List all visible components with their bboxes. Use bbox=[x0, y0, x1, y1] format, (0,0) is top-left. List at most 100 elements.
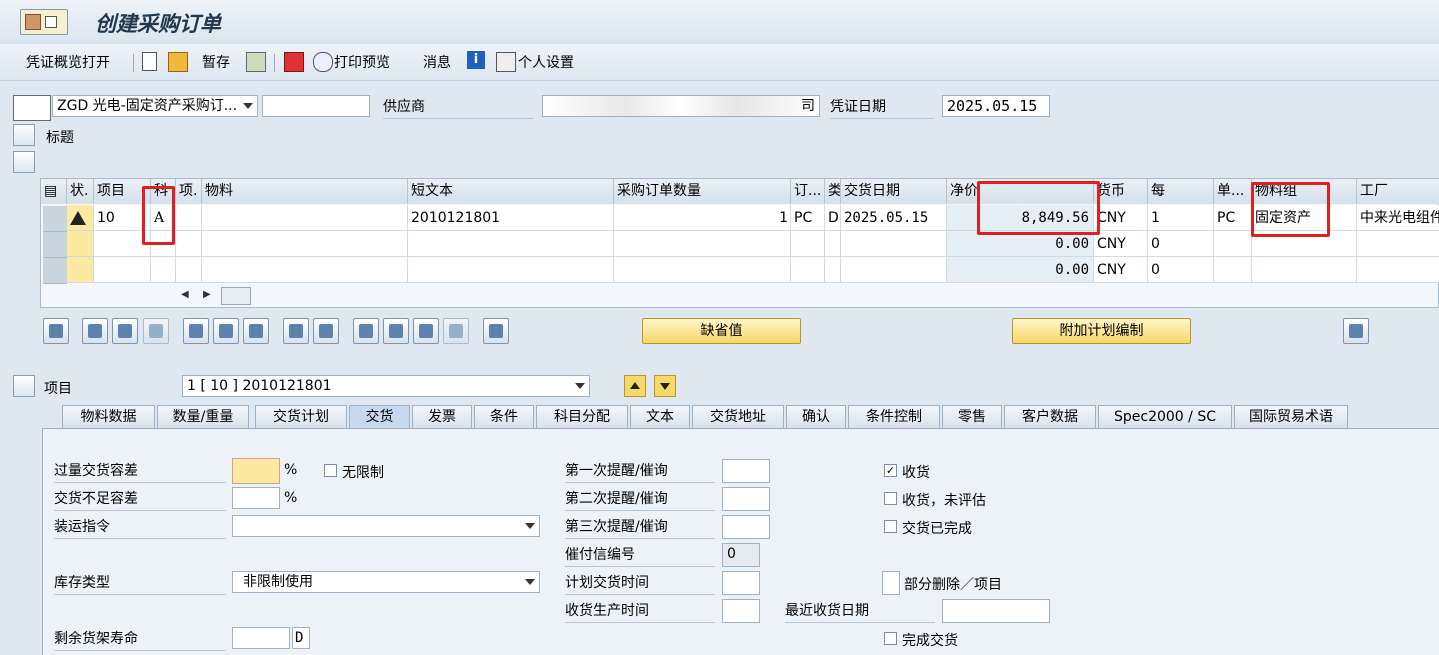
cell-per[interactable]: 0 bbox=[1148, 257, 1214, 283]
col-status[interactable]: 状. bbox=[67, 179, 94, 204]
cell-plant[interactable] bbox=[1357, 231, 1439, 257]
insert-row-icon[interactable] bbox=[112, 318, 138, 344]
next-item-button[interactable] bbox=[654, 375, 676, 397]
cell-order-unit[interactable] bbox=[1214, 231, 1252, 257]
col-item[interactable]: 项目 bbox=[94, 179, 151, 204]
delete-icon[interactable] bbox=[183, 318, 209, 344]
item-selector[interactable]: 1 [ 10 ] 2010121801 bbox=[182, 375, 590, 397]
cell-material[interactable] bbox=[202, 257, 408, 283]
cell-unit[interactable]: PC bbox=[791, 205, 825, 231]
cell-order-unit[interactable]: PC bbox=[1214, 205, 1252, 231]
row-selector[interactable] bbox=[43, 206, 67, 232]
unlock-icon[interactable] bbox=[243, 318, 269, 344]
goods-receipt-checkbox[interactable]: ✓ bbox=[884, 464, 897, 477]
tab-confirmations[interactable]: 确认 bbox=[786, 405, 846, 428]
cell-plant[interactable] bbox=[1357, 257, 1439, 283]
cell-short-text[interactable] bbox=[408, 257, 614, 283]
add-row-icon[interactable] bbox=[82, 318, 108, 344]
col-delivery-date[interactable]: 交货日期 bbox=[841, 179, 947, 204]
calculator-icon[interactable] bbox=[313, 318, 339, 344]
tab-material-data[interactable]: 物料数据 bbox=[62, 405, 155, 428]
cell-per[interactable]: 0 bbox=[1148, 231, 1214, 257]
unlimited-checkbox[interactable] bbox=[324, 464, 337, 477]
cell-delivery-date[interactable] bbox=[841, 257, 947, 283]
col-plant[interactable]: 工厂 bbox=[1357, 179, 1439, 204]
cart-icon[interactable] bbox=[13, 95, 51, 121]
cell-acct[interactable] bbox=[151, 231, 176, 257]
cell-plant[interactable]: 中来光电组件 bbox=[1357, 205, 1439, 231]
row-selector[interactable] bbox=[43, 232, 67, 258]
cell-acct[interactable]: A bbox=[151, 205, 176, 231]
doc-type-select[interactable]: ZGD 光电-固定资产采购订... bbox=[52, 95, 258, 117]
cell-dcat[interactable]: D bbox=[825, 205, 841, 231]
cell-unit[interactable] bbox=[791, 231, 825, 257]
tab-retail[interactable]: 零售 bbox=[942, 405, 1002, 428]
filter-icon[interactable] bbox=[413, 318, 439, 344]
reminder2-input[interactable] bbox=[722, 487, 770, 511]
cell-net-price[interactable]: 0.00 bbox=[947, 257, 1094, 283]
col-short-text[interactable]: 短文本 bbox=[408, 179, 614, 204]
personal-settings-button[interactable]: 个人设置 bbox=[518, 52, 574, 72]
po-number-input[interactable] bbox=[262, 95, 370, 117]
cell-material[interactable] bbox=[202, 231, 408, 257]
tab-delivery[interactable]: 交货 bbox=[349, 405, 410, 430]
tab-account-assignment[interactable]: 科目分配 bbox=[536, 405, 628, 428]
messages-button[interactable]: 消息 bbox=[423, 52, 451, 72]
last-gr-date-input[interactable] bbox=[942, 599, 1050, 623]
cell-cat[interactable] bbox=[176, 205, 202, 231]
cell-acct[interactable] bbox=[151, 257, 176, 283]
print-preview-button[interactable]: 打印预览 bbox=[334, 52, 390, 72]
col-material[interactable]: 物料 bbox=[202, 179, 408, 204]
layout-icon[interactable] bbox=[483, 318, 509, 344]
col-order-unit[interactable]: 单... bbox=[1214, 179, 1252, 204]
print-preview-icon[interactable] bbox=[313, 52, 333, 72]
cell-quantity[interactable] bbox=[614, 231, 791, 257]
cell-net-price[interactable]: 0.00 bbox=[947, 231, 1094, 257]
select-all-icon[interactable]: ▤ bbox=[41, 179, 67, 204]
cell-quantity[interactable] bbox=[614, 257, 791, 283]
cell-dcat[interactable] bbox=[825, 231, 841, 257]
tab-spec2000[interactable]: Spec2000 / SC bbox=[1098, 405, 1232, 428]
cell-per[interactable]: 1 bbox=[1148, 205, 1214, 231]
cell-cat[interactable] bbox=[176, 257, 202, 283]
cell-material-group[interactable] bbox=[1252, 257, 1357, 283]
refresh-icon[interactable] bbox=[1343, 318, 1369, 344]
cell-item[interactable]: 10 bbox=[94, 205, 151, 231]
tab-delivery-address[interactable]: 交货地址 bbox=[692, 405, 784, 428]
col-quantity[interactable]: 采购订单数量 bbox=[614, 179, 791, 204]
check-icon[interactable] bbox=[246, 52, 266, 72]
cell-net-price[interactable]: 8,849.56 bbox=[947, 205, 1094, 231]
cell-quantity[interactable]: 1 bbox=[614, 205, 791, 231]
tab-customer-data[interactable]: 客户数据 bbox=[1004, 405, 1096, 428]
col-currency[interactable]: 货币 bbox=[1094, 179, 1148, 204]
vendor-input[interactable]: 司 bbox=[542, 95, 820, 117]
info-icon[interactable]: i bbox=[467, 51, 485, 69]
tab-texts[interactable]: 文本 bbox=[630, 405, 690, 428]
cell-status[interactable] bbox=[67, 257, 94, 283]
underdelivery-input[interactable] bbox=[232, 487, 280, 509]
cell-currency[interactable]: CNY bbox=[1094, 257, 1148, 283]
copy-row-icon[interactable] bbox=[143, 318, 169, 344]
personal-settings-icon[interactable] bbox=[496, 52, 516, 72]
new-document-icon[interactable] bbox=[142, 52, 157, 71]
stock-type-select[interactable]: 非限制使用 bbox=[232, 571, 540, 593]
details-icon[interactable] bbox=[43, 318, 69, 344]
reminder1-input[interactable] bbox=[722, 459, 770, 483]
print-icon[interactable] bbox=[284, 52, 304, 72]
row-selector[interactable] bbox=[43, 258, 67, 284]
document-overview-button[interactable]: 凭证概览打开 bbox=[26, 52, 110, 72]
cell-delivery-date[interactable] bbox=[841, 231, 947, 257]
cell-item[interactable] bbox=[94, 257, 151, 283]
col-per[interactable]: 每 bbox=[1148, 179, 1214, 204]
gr-nonvaluated-checkbox[interactable] bbox=[884, 492, 897, 505]
cell-item[interactable] bbox=[94, 231, 151, 257]
additional-planning-button[interactable]: 附加计划编制 bbox=[1012, 318, 1191, 344]
overdelivery-input[interactable] bbox=[232, 458, 280, 484]
shipping-instructions-select[interactable] bbox=[232, 515, 540, 537]
doc-date-input[interactable]: 2025.05.15 bbox=[942, 95, 1050, 117]
horizontal-scrollbar[interactable] bbox=[221, 287, 251, 305]
cell-status[interactable] bbox=[67, 231, 94, 257]
cell-material-group[interactable] bbox=[1252, 231, 1357, 257]
scroll-right-icon[interactable]: ▶ bbox=[203, 289, 211, 300]
defaults-button[interactable]: 缺省值 bbox=[642, 318, 801, 344]
